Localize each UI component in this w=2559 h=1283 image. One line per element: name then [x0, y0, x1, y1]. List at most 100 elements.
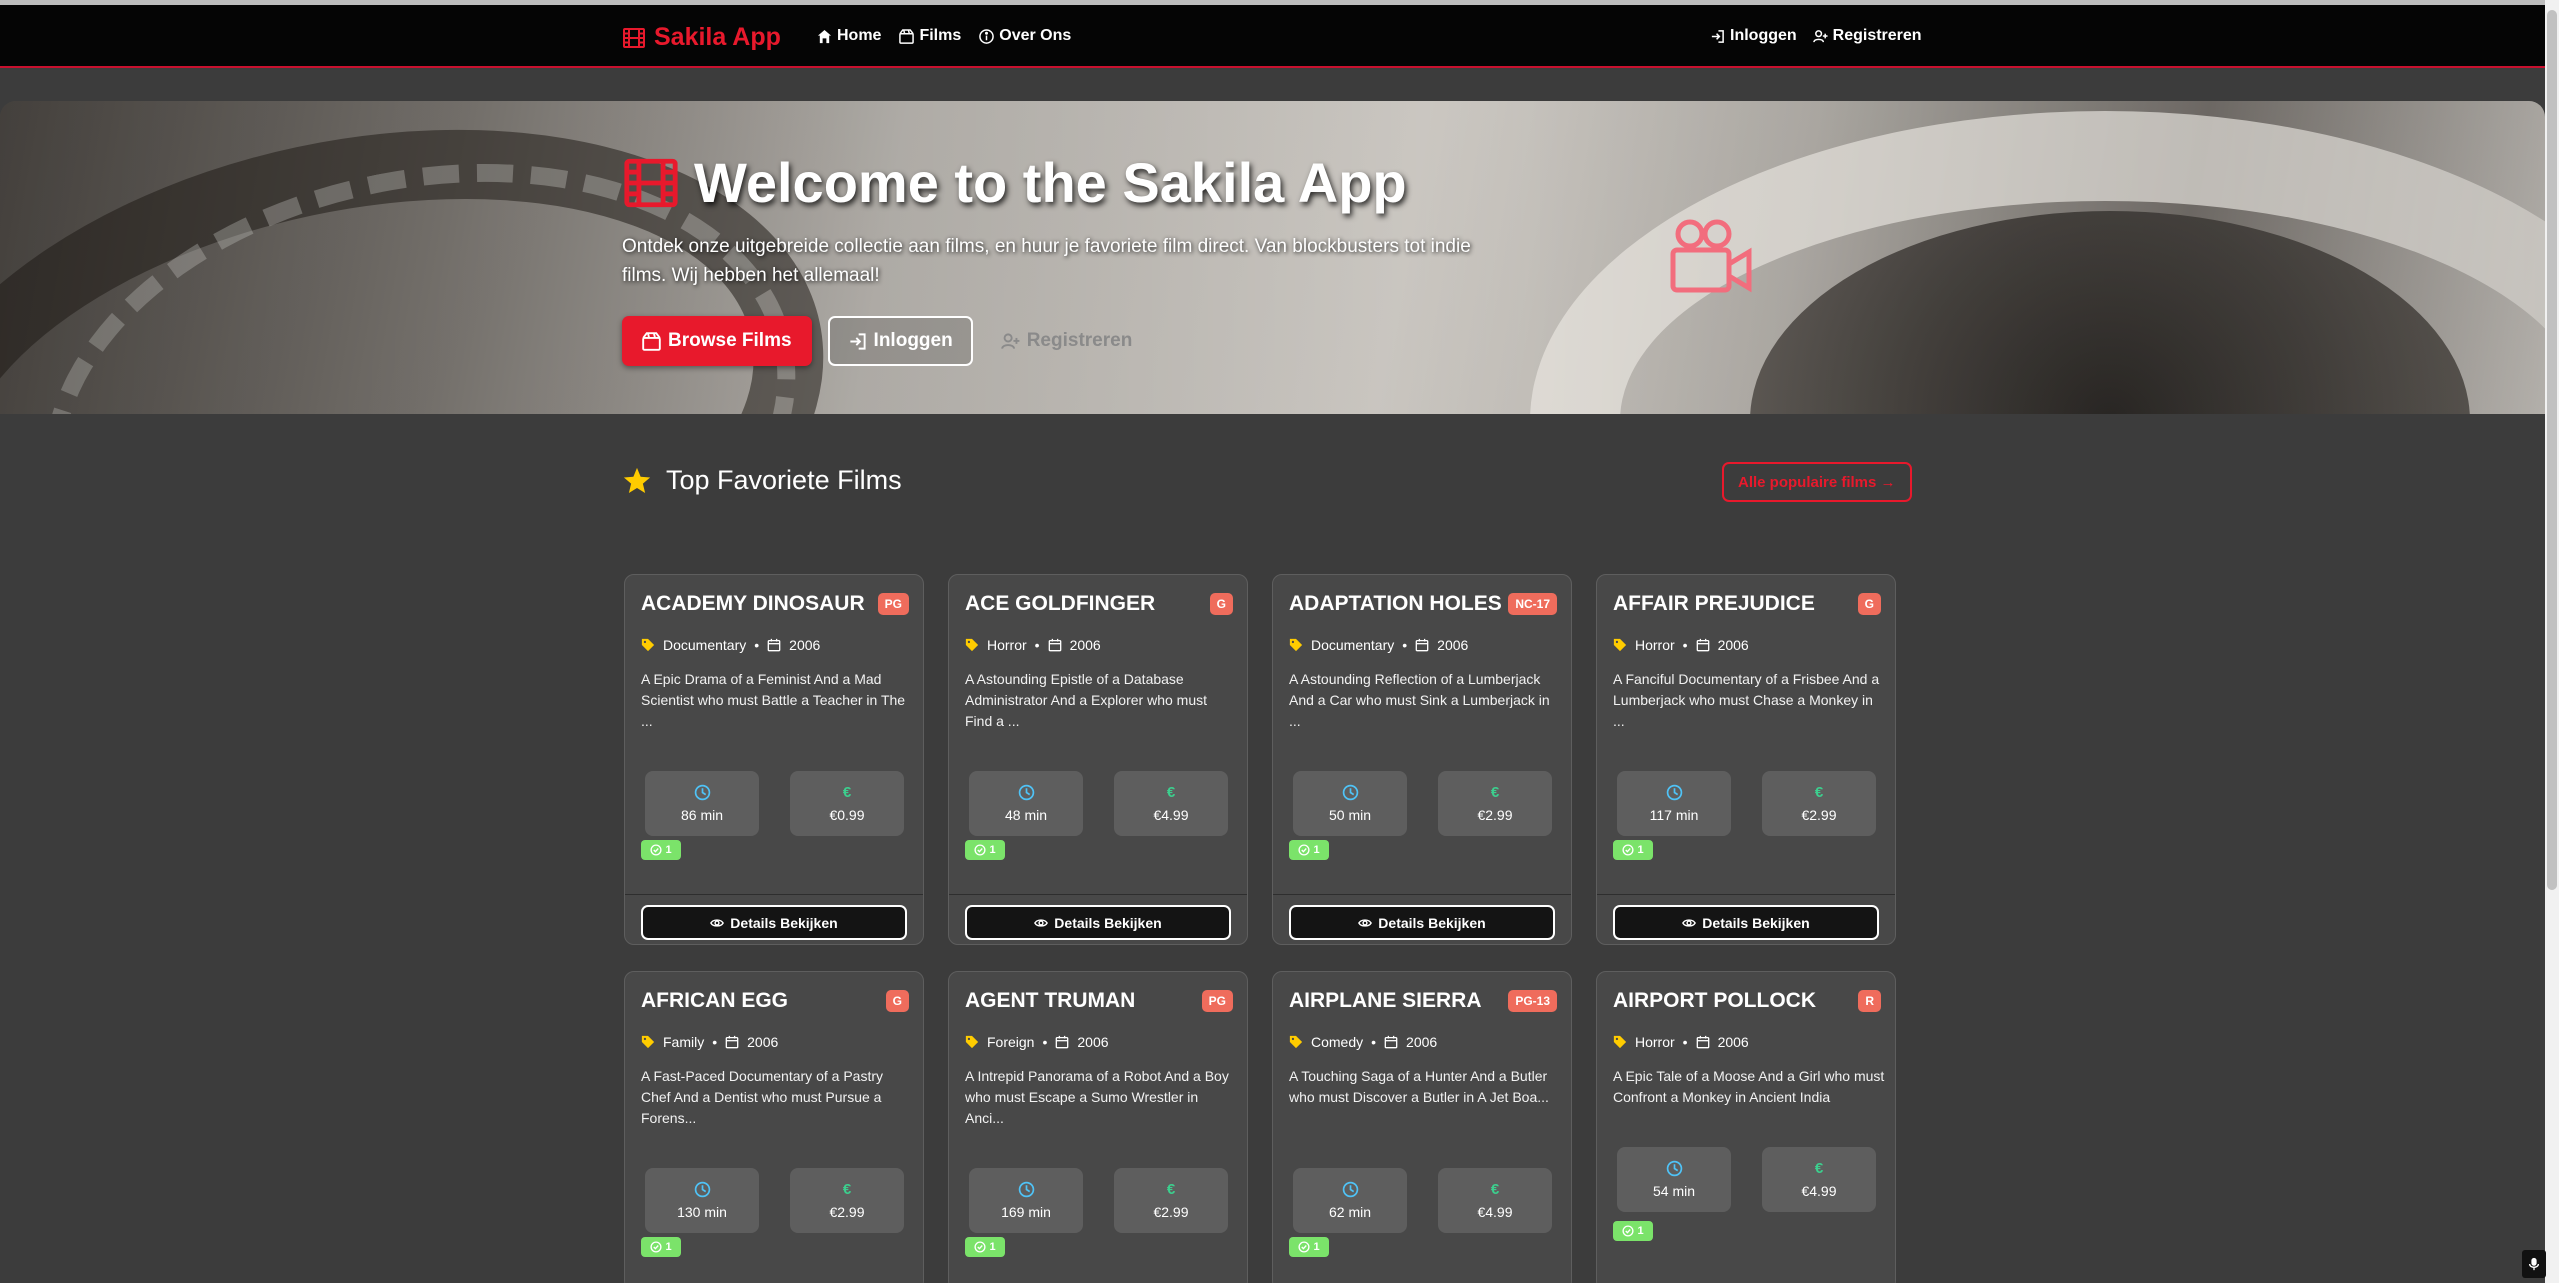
film-description: A Touching Saga of a Hunter And a Butler… — [1289, 1068, 1549, 1105]
hero-register-button[interactable]: Registreren — [989, 330, 1132, 352]
film-year: 2006 — [747, 1034, 779, 1050]
film-length: 62 min — [1293, 1168, 1407, 1233]
film-card[interactable]: ADAPTATION HOLES NC-17 Documentary • 2006 A A… — [1272, 574, 1572, 945]
film-title[interactable]: AIRPLANE SIERRA — [1289, 989, 1482, 1013]
calendar-icon — [725, 1035, 739, 1049]
film-title[interactable]: AIRPORT POLLOCK — [1613, 989, 1816, 1013]
person-add-icon — [1000, 332, 1020, 349]
film-description: A Epic Drama of a Feminist And a Mad Sci… — [641, 671, 906, 729]
tag-icon — [1289, 638, 1303, 652]
clock-icon — [1342, 1181, 1358, 1198]
calendar-icon — [1696, 1035, 1709, 1049]
film-description: A Fast-Paced Documentary of a Pastry Che… — [641, 1068, 883, 1126]
film-length-value: 54 min — [1652, 1183, 1696, 1199]
euro-icon: € — [1166, 1181, 1176, 1198]
film-title[interactable]: AGENT TRUMAN — [965, 989, 1135, 1013]
available-badge: 1 — [965, 1237, 1005, 1257]
film-length-value: 62 min — [1328, 1204, 1372, 1220]
film-card[interactable]: AIRPORT POLLOCK R Horror • 2006 A Epic Tale o… — [1596, 971, 1896, 1283]
film-price-value: €2.99 — [1801, 807, 1837, 823]
film-meta: Foreign • 2006 — [965, 1034, 1109, 1050]
film-price-value: €4.99 — [1477, 1204, 1513, 1220]
nav-films[interactable]: Films — [899, 27, 961, 45]
scrollbar-thumb[interactable] — [2547, 10, 2557, 890]
browse-films-button[interactable]: Browse Films — [622, 316, 812, 366]
film-description: A Astounding Epistle of a Database Admin… — [965, 671, 1207, 729]
nav-over-ons[interactable]: Over Ons — [979, 27, 1071, 45]
available-badge: 1 — [641, 1237, 681, 1257]
section-title-text: Top Favoriete Films — [666, 465, 902, 495]
film-title[interactable]: ADAPTATION HOLES — [1289, 592, 1502, 616]
film-card[interactable]: ACADEMY DINOSAUR PG Documentary • 2006 A Epic… — [624, 574, 924, 945]
film-title[interactable]: ACADEMY DINOSAUR — [641, 592, 865, 616]
microphone-icon[interactable] — [2522, 1250, 2546, 1278]
eye-icon — [710, 918, 725, 927]
section-title: Top Favoriete Films — [622, 465, 902, 496]
login-icon — [849, 332, 866, 350]
film-category: Horror — [1635, 1034, 1675, 1050]
eye-icon — [1358, 918, 1373, 927]
film-card[interactable]: ACE GOLDFINGER G Horror • 2006 A Astounding E… — [948, 574, 1248, 945]
film-icon — [624, 158, 678, 207]
film-length: 130 min — [645, 1168, 759, 1233]
available-badge: 1 — [1613, 1221, 1653, 1241]
calendar-icon — [1696, 638, 1709, 652]
brand-logo[interactable]: Sakila App — [622, 23, 781, 52]
clock-icon — [1666, 1160, 1682, 1177]
nav-register-label: Registreren — [1832, 27, 1922, 44]
hero-login-button[interactable]: Inloggen — [827, 316, 973, 366]
details-button[interactable]: Details Bekijken — [641, 905, 907, 940]
check-circle-icon — [650, 844, 662, 856]
eye-icon — [1682, 918, 1697, 927]
clock-icon — [1018, 1181, 1034, 1198]
film-meta: Comedy • 2006 — [1289, 1034, 1437, 1050]
nav-home[interactable]: Home — [817, 27, 881, 45]
nav-over-ons-label: Over Ons — [999, 27, 1072, 44]
film-price: € €2.99 — [790, 1168, 904, 1233]
rating-badge: G — [885, 990, 909, 1012]
film-category: Family — [663, 1034, 705, 1050]
film-price-value: €4.99 — [1801, 1183, 1837, 1199]
check-circle-icon — [1622, 844, 1634, 856]
nav-login[interactable]: Inloggen — [1710, 27, 1797, 45]
film-card[interactable]: AFRICAN EGG G Family • 2006 A Fast-Paced Docu… — [624, 971, 924, 1283]
film-card[interactable]: AIRPLANE SIERRA PG-13 Comedy • 2006 A Touchin… — [1272, 971, 1572, 1283]
film-meta: Documentary • 2006 — [641, 637, 820, 653]
details-button[interactable]: Details Bekijken — [1613, 905, 1879, 940]
available-badge: 1 — [1613, 840, 1653, 860]
check-circle-icon — [1622, 1225, 1634, 1237]
details-button[interactable]: Details Bekijken — [1289, 905, 1555, 940]
check-circle-icon — [1298, 1241, 1310, 1253]
tag-icon — [1289, 1035, 1303, 1049]
film-length-value: 86 min — [680, 807, 724, 823]
film-title[interactable]: AFFAIR PREJUDICE — [1613, 592, 1815, 616]
check-circle-icon — [974, 844, 986, 856]
tag-icon — [965, 638, 979, 652]
film-title[interactable]: ACE GOLDFINGER — [965, 592, 1155, 616]
available-badge: 1 — [1289, 840, 1329, 860]
rating-badge: PG — [1201, 990, 1233, 1012]
film-category: Horror — [987, 637, 1027, 653]
film-price-value: €4.99 — [1153, 807, 1189, 823]
film-box-icon — [899, 28, 915, 44]
film-length: 117 min — [1617, 771, 1731, 836]
film-card[interactable]: AGENT TRUMAN PG Foreign • 2006 A Intrepid Pan… — [948, 971, 1248, 1283]
person-add-icon — [1812, 29, 1828, 42]
nav-register[interactable]: Registreren — [1812, 27, 1922, 45]
rating-badge: G — [1209, 593, 1233, 615]
details-button-label: Details Bekijken — [1378, 914, 1486, 931]
available-count: 1 — [989, 844, 996, 856]
nav-login-label: Inloggen — [1730, 27, 1797, 44]
film-title[interactable]: AFRICAN EGG — [641, 989, 788, 1013]
hero-title: Welcome to the Sakila App — [622, 150, 1407, 215]
film-year: 2006 — [1077, 1034, 1109, 1050]
clock-icon — [1018, 784, 1034, 801]
all-popular-films-button[interactable]: Alle populaire films → — [1722, 462, 1912, 502]
clock-icon — [1342, 784, 1358, 801]
details-button[interactable]: Details Bekijken — [965, 905, 1231, 940]
film-card[interactable]: AFFAIR PREJUDICE G Horror • 2006 A Fanciful D… — [1596, 574, 1896, 945]
euro-icon: € — [1166, 784, 1176, 801]
film-price: € €2.99 — [1114, 1168, 1228, 1233]
calendar-icon — [1415, 638, 1429, 652]
film-length-value: 50 min — [1328, 807, 1372, 823]
